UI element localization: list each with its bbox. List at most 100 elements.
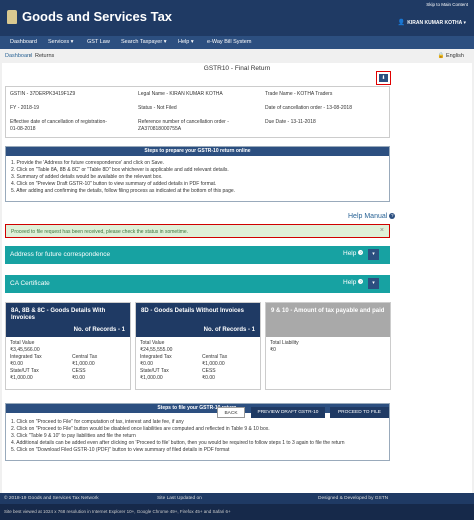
cess-value: ₹0.00	[202, 375, 215, 381]
cess-value: ₹0.00	[72, 375, 85, 381]
record-count: No. of Records - 1	[73, 327, 125, 333]
user-menu[interactable]: 👤 KIRAN KUMAR KOTHA ▾	[398, 19, 466, 26]
effective-date-label: Effective date of cancellation of regist…	[10, 119, 107, 125]
prepare-step: 4. Click on "Preview Draft GSTR-10" butt…	[11, 181, 217, 187]
reference-number-label: Reference number of cancellation order -	[138, 119, 229, 125]
main-card: GSTR10 - Final Return ⬇ GSTIN - 37DERPK3…	[2, 63, 472, 493]
nav-search-taxpayer[interactable]: Search Taxpayer ▾	[121, 39, 166, 45]
help-label: Help	[343, 279, 357, 286]
central-tax-value: ₹1,000.00	[72, 361, 95, 367]
file-step: 3. Click "Table 9 & 10" to pay liabiliti…	[11, 433, 136, 439]
preview-draft-button[interactable]: PREVIEW DRAFT GSTR-10	[251, 407, 325, 418]
tile-8a-8b-8c[interactable]: 8A, 8B & 8C - Goods Details With Invoice…	[5, 302, 131, 390]
user-name: KIRAN KUMAR KOTHA	[407, 20, 463, 26]
status-alert: Proceed to file request has been receive…	[5, 224, 390, 238]
breadcrumb-returns: Returns	[35, 53, 55, 59]
prepare-step: 5. After adding and confirming the detai…	[11, 188, 236, 194]
file-step: 5. Click on "Download Filed GSTR-10 (PDF…	[11, 447, 230, 453]
nav-eway-bill[interactable]: e-Way Bill System	[207, 39, 251, 45]
tile-name: 9 & 10 - Amount of tax payable and paid	[271, 308, 385, 314]
nav-dashboard[interactable]: Dashboard	[10, 39, 37, 45]
close-icon[interactable]: ×	[380, 227, 384, 234]
integrated-tax-label: Integrated Tax	[10, 354, 42, 360]
back-button[interactable]: BACK	[217, 407, 245, 418]
taxpayer-info-box: GSTIN - 37DERPK3419F1Z9 Legal Name - KIR…	[5, 86, 390, 138]
cancellation-order-date: Date of cancellation order - 13-08-2018	[265, 105, 352, 111]
tile-name: 8D - Goods Details Without Invoices	[141, 308, 244, 314]
browser-notice: Site best viewed at 1024 x 768 resolutio…	[4, 509, 231, 514]
site-header: Skip to Main Content Goods and Services …	[0, 0, 474, 36]
help-manual-link[interactable]: Help Manual ?	[348, 213, 396, 220]
user-icon: 👤	[397, 20, 406, 26]
total-value: ₹3,45,566.00	[10, 347, 40, 353]
cess-label: CESS	[202, 368, 216, 374]
tile-header: 8D - Goods Details Without Invoices No. …	[136, 303, 260, 337]
total-liability-value: ₹0	[270, 347, 276, 353]
breadcrumb-separator: ›	[29, 53, 31, 59]
chevron-down-icon[interactable]: ▾	[368, 249, 379, 260]
prepare-steps-heading: Steps to prepare your GSTR-10 return onl…	[6, 147, 389, 156]
financial-year: FY - 2018-19	[10, 105, 40, 111]
state-tax-label: State/UT Tax	[10, 368, 39, 374]
ca-certificate-label: CA Certificate	[10, 280, 50, 287]
integrated-tax-value: ₹0.00	[10, 361, 23, 367]
prepare-step: 3. Summary of added details would be ava…	[11, 174, 163, 180]
prepare-steps-box: Steps to prepare your GSTR-10 return onl…	[5, 146, 390, 202]
language-selector[interactable]: 🔒 English	[438, 53, 464, 59]
address-section-header[interactable]: Address for future correspondence Help ?…	[5, 246, 390, 264]
gstin: GSTIN - 37DERPK3419F1Z9	[10, 91, 76, 97]
designed-by: Designed & Developed by GSTN	[318, 496, 389, 501]
page-title: GSTR10 - Final Return	[203, 65, 271, 72]
integrated-tax-value: ₹0.00	[140, 361, 153, 367]
download-button[interactable]: ⬇	[376, 71, 391, 85]
site-last-updated: Site Last Updated on	[157, 496, 202, 501]
help-icon: ?	[358, 250, 364, 255]
cess-label: CESS	[72, 368, 86, 374]
copyright: © 2018-19 Goods and Services Tax Network	[4, 496, 99, 501]
total-value: ₹24,55,555.00	[140, 347, 173, 353]
chevron-down-icon[interactable]: ▾	[368, 278, 379, 289]
tile-9-10[interactable]: 9 & 10 - Amount of tax payable and paid …	[265, 302, 391, 390]
file-step: 4. Additional details can be added even …	[11, 440, 345, 446]
language-label: English	[445, 53, 464, 59]
skip-link[interactable]: Skip to Main Content	[426, 2, 468, 7]
file-step: 2. Click on "Proceed to File" button wou…	[11, 426, 270, 432]
ca-certificate-section-header[interactable]: CA Certificate Help ? ▾	[5, 275, 390, 293]
ca-help-link[interactable]: Help ?	[343, 279, 364, 286]
address-help-link[interactable]: Help ?	[343, 250, 364, 257]
national-emblem-logo	[7, 10, 17, 24]
alert-message: Proceed to file request has been receive…	[11, 229, 189, 235]
total-liability-label: Total Liability	[270, 340, 299, 346]
integrated-tax-label: Integrated Tax	[140, 354, 172, 360]
download-icon: ⬇	[379, 74, 388, 82]
main-nav: Dashboard Services ▾ GST Law Search Taxp…	[0, 36, 474, 49]
help-label: Help	[343, 250, 357, 257]
help-icon: ?	[389, 213, 396, 220]
proceed-to-file-button[interactable]: PROCEED TO FILE	[330, 407, 389, 418]
prepare-step: 2. Click on "Table 8A, 8B & 8C" or "Tabl…	[11, 167, 229, 173]
nav-help[interactable]: Help ▾	[178, 39, 194, 45]
prepare-step: 1. Provide the 'Address for future corre…	[11, 160, 165, 166]
help-icon: ?	[358, 279, 364, 284]
central-tax-value: ₹1,000.00	[202, 361, 225, 367]
tile-header: 8A, 8B & 8C - Goods Details With Invoice…	[6, 303, 130, 337]
file-step: 1. Click on "Proceed to File" for comput…	[11, 419, 184, 425]
nav-gst-law[interactable]: GST Law	[87, 39, 110, 45]
record-count: No. of Records - 1	[203, 327, 255, 333]
due-date: Due Date - 13-11-2018	[265, 119, 316, 125]
help-manual-label: Help Manual	[348, 213, 388, 220]
address-section-label: Address for future correspondence	[10, 251, 111, 258]
breadcrumb-dashboard[interactable]: Dashboard	[5, 53, 32, 59]
total-value-label: Total Value	[10, 340, 35, 346]
nav-services[interactable]: Services ▾	[48, 39, 73, 45]
central-tax-label: Central Tax	[202, 354, 228, 360]
tile-header: 9 & 10 - Amount of tax payable and paid	[266, 303, 390, 337]
reference-number-value: ZA370818000755A	[138, 126, 182, 132]
state-tax-value: ₹1,000.00	[10, 375, 33, 381]
state-tax-label: State/UT Tax	[140, 368, 169, 374]
tile-8d[interactable]: 8D - Goods Details Without Invoices No. …	[135, 302, 261, 390]
total-value-label: Total Value	[140, 340, 165, 346]
tile-name: 8A, 8B & 8C - Goods Details With Invoice…	[11, 308, 106, 321]
effective-date-value: 01-08-2018	[10, 126, 36, 132]
browser-notice-bar: Site best viewed at 1024 x 768 resolutio…	[0, 504, 474, 520]
